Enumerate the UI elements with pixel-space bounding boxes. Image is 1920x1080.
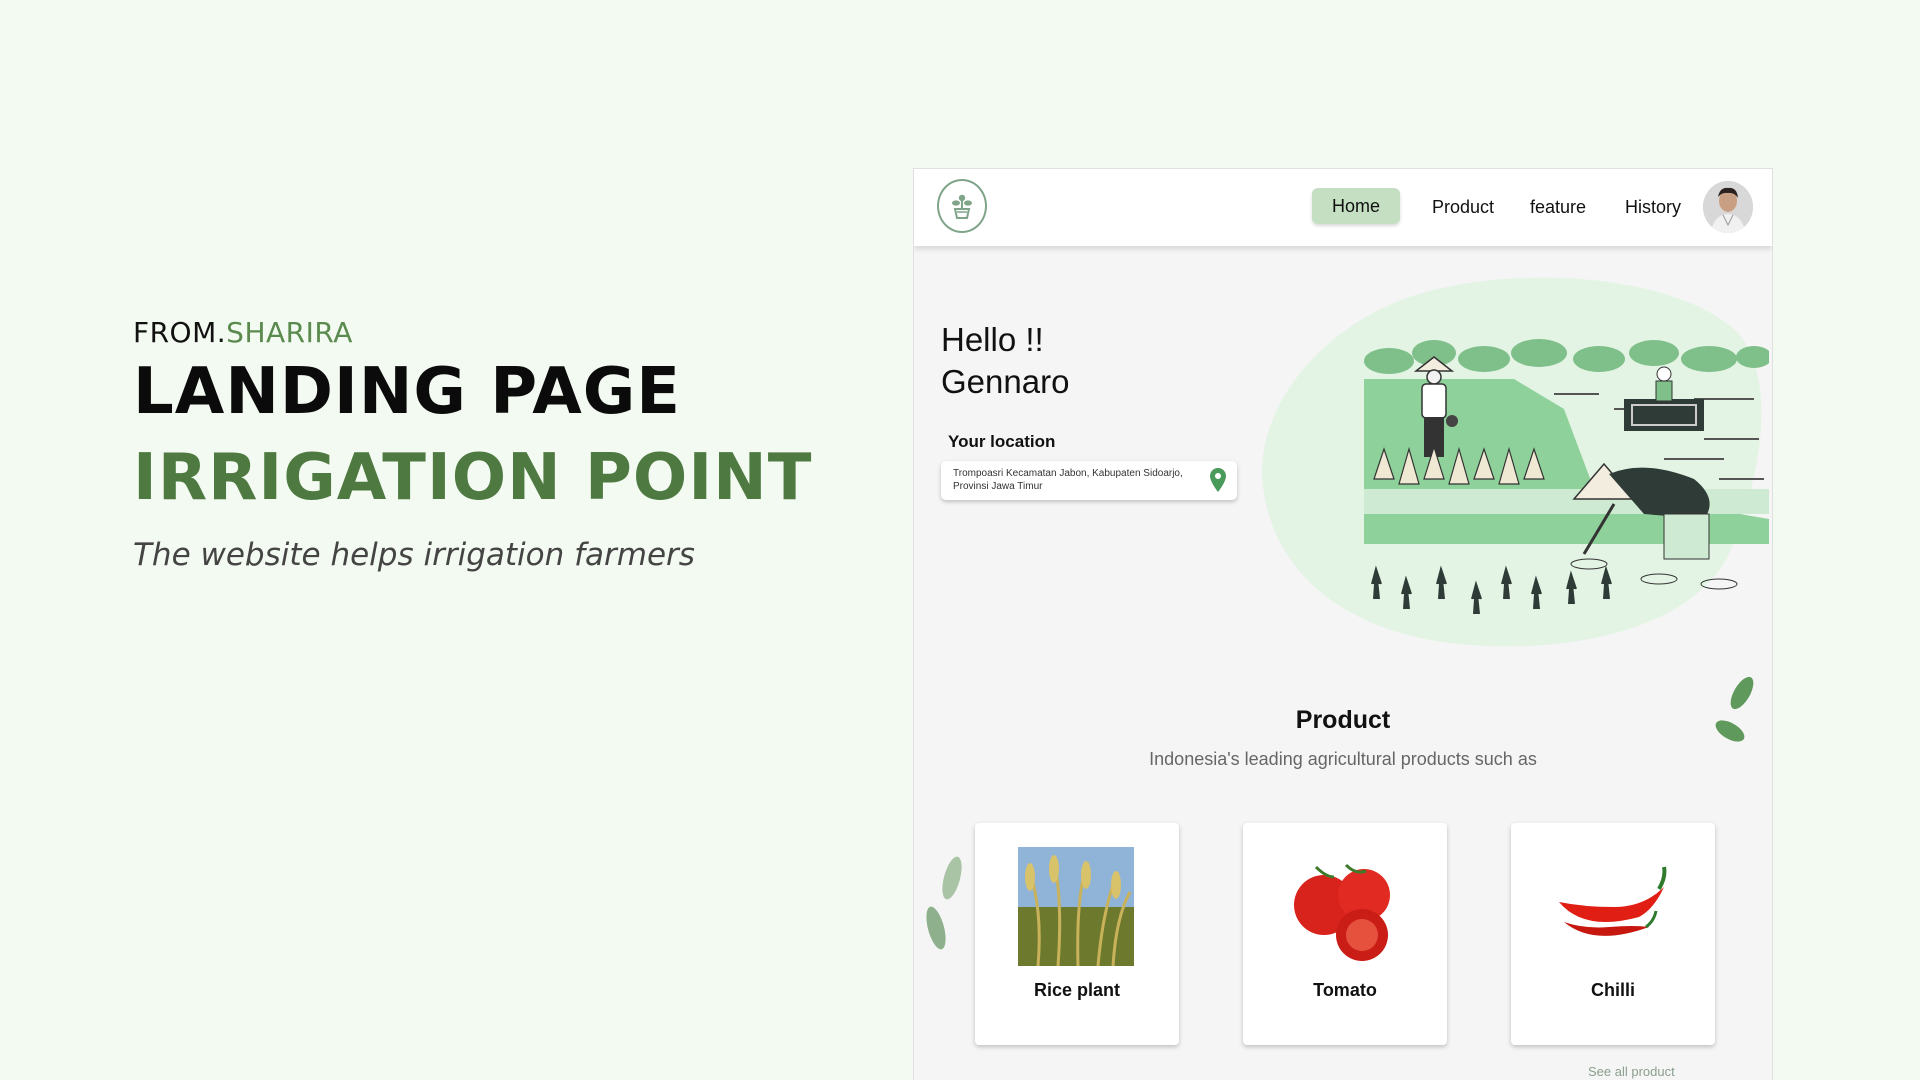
nav-feature[interactable]: feature <box>1510 189 1606 225</box>
nav-home[interactable]: Home <box>1312 188 1401 224</box>
author-line: FROM.SHARIRA <box>133 316 833 349</box>
see-all-products-link[interactable]: See all product <box>1588 1064 1675 1079</box>
greeting-text: Hello !! <box>941 321 1044 358</box>
location-field[interactable]: Trompoasri Kecamatan Jabon, Kabupaten Si… <box>941 461 1237 500</box>
tomato-image <box>1294 863 1390 961</box>
navbar: Home Product feature History <box>914 169 1772 246</box>
product-name: Chilli <box>1591 980 1635 1000</box>
greeting: Hello !! Gennaro <box>941 319 1069 403</box>
presentation-text: FROM.SHARIRA LANDING PAGE IRRIGATION POI… <box>133 316 833 573</box>
rice-plant-image <box>1018 847 1134 966</box>
farmers-illustration <box>1364 339 1769 615</box>
product-name: Tomato <box>1313 980 1377 1000</box>
user-name: Gennaro <box>941 363 1070 400</box>
location-value: Trompoasri Kecamatan Jabon, Kabupaten Si… <box>953 468 1183 492</box>
location-pin-icon[interactable] <box>1209 467 1227 493</box>
presentation-subtitle: IRRIGATION POINT <box>133 441 813 515</box>
presentation-title: LANDING PAGE <box>133 355 681 429</box>
product-section-subtitle: Indonesia's leading agricultural product… <box>1149 749 1537 769</box>
presentation-tagline: The website helps irrigation farmers <box>133 537 695 573</box>
user-avatar[interactable] <box>1703 181 1753 233</box>
location-label: Your location <box>948 432 1056 451</box>
plant-logo-icon[interactable] <box>937 179 987 233</box>
author-brand: SHARIRA <box>226 316 353 349</box>
product-card-tomato[interactable]: Tomato <box>1243 823 1447 1045</box>
nav-history[interactable]: History <box>1605 189 1701 225</box>
chilli-image <box>1559 866 1667 936</box>
product-card-rice[interactable]: Rice plant <box>975 823 1179 1045</box>
product-name: Rice plant <box>1033 980 1121 1000</box>
nav-product[interactable]: Product <box>1412 189 1514 225</box>
product-card-chilli[interactable]: Chilli <box>1511 823 1715 1045</box>
website-mockup: Home Product feature History Hello !! Ge… <box>913 168 1773 1080</box>
product-section-title: Product <box>1295 706 1391 734</box>
from-prefix: FROM. <box>133 316 227 349</box>
leaf-decoration-icon <box>1715 676 1754 742</box>
leaf-decoration-icon <box>926 856 962 950</box>
